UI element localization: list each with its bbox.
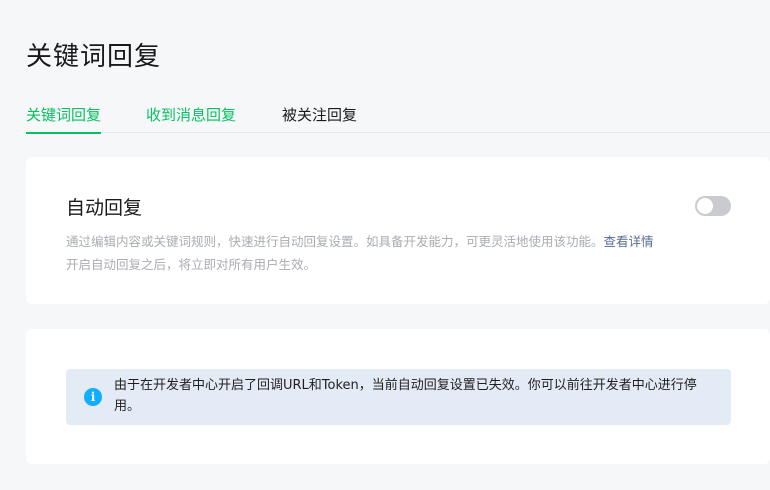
description-text-1: 通过编辑内容或关键词规则，快速进行自动回复设置。如具备开发能力，可更灵活地使用该…	[66, 234, 604, 249]
page-title: 关键词回复	[26, 42, 162, 72]
developer-notice: i 由于在开发者中心开启了回调URL和Token，当前自动回复设置已失效。你可以…	[66, 369, 731, 425]
description-line-1: 通过编辑内容或关键词规则，快速进行自动回复设置。如具备开发能力，可更灵活地使用该…	[66, 230, 736, 253]
auto-reply-description: 通过编辑内容或关键词规则，快速进行自动回复设置。如具备开发能力，可更灵活地使用该…	[66, 230, 736, 276]
tab-bar: 关键词回复 收到消息回复 被关注回复	[26, 104, 770, 134]
notice-card: i 由于在开发者中心开启了回调URL和Token，当前自动回复设置已失效。你可以…	[26, 329, 770, 464]
notice-text: 由于在开发者中心开启了回调URL和Token，当前自动回复设置已失效。你可以前往…	[114, 378, 697, 414]
toggle-knob	[697, 198, 713, 214]
auto-reply-toggle[interactable]	[695, 196, 731, 216]
tab-follow-reply[interactable]: 被关注回复	[282, 104, 357, 133]
view-details-link[interactable]: 查看详情	[604, 234, 654, 249]
auto-reply-title: 自动回复	[66, 197, 143, 219]
tab-keyword-reply[interactable]: 关键词回复	[26, 104, 102, 134]
info-icon: i	[84, 388, 102, 406]
auto-reply-card: 自动回复 通过编辑内容或关键词规则，快速进行自动回复设置。如具备开发能力，可更灵…	[26, 157, 770, 304]
description-line-2: 开启自动回复之后，将立即对所有用户生效。	[66, 257, 317, 272]
tab-message-reply[interactable]: 收到消息回复	[146, 104, 236, 133]
